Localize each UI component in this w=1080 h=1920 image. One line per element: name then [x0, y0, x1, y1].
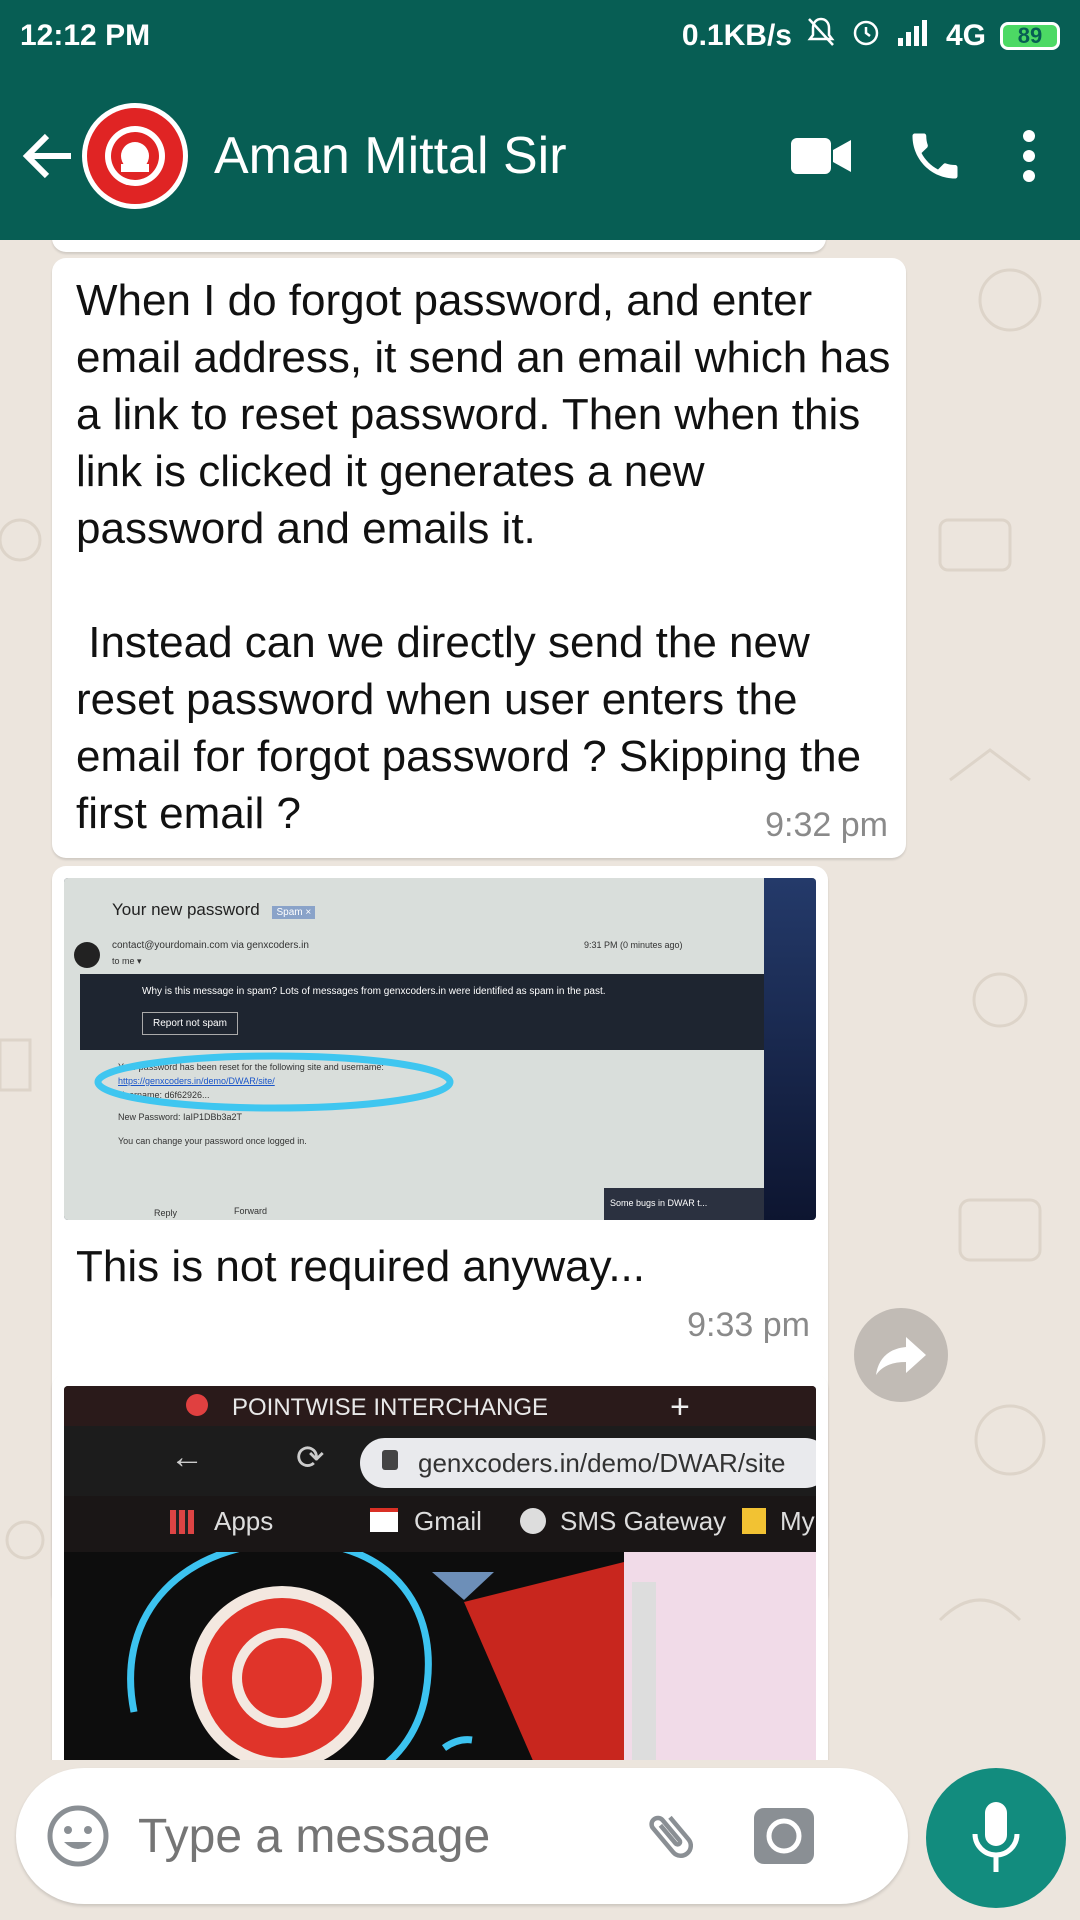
email-subject: Your new password — [112, 900, 260, 919]
email-sent-time: 9:31 PM (0 minutes ago) — [584, 940, 683, 950]
address-bar: genxcoders.in/demo/DWAR/site — [360, 1438, 816, 1488]
gmail-icon — [370, 1508, 398, 1532]
reply-link: Reply — [154, 1208, 178, 1218]
email-to: to me ▾ — [112, 956, 142, 966]
attach-icon[interactable] — [636, 1801, 706, 1871]
sender-avatar — [74, 942, 100, 968]
new-tab-icon: + — [670, 1388, 690, 1426]
voice-record-button[interactable] — [926, 1768, 1066, 1908]
status-bar: 12:12 PM 0.1KB/s 4G 89 — [0, 0, 1080, 72]
signal-icon — [896, 18, 932, 54]
bookmark-apps: Apps — [214, 1506, 274, 1536]
chat-chip: Some bugs in DWAR t... — [604, 1188, 784, 1220]
chat-header: Aman Mittal Sir — [0, 72, 1080, 240]
desktop-edge — [764, 878, 816, 1220]
status-time: 12:12 PM — [20, 19, 151, 52]
page-content — [64, 1538, 816, 1760]
message-bubble[interactable]: When I do forgot password, and enter ema… — [52, 258, 906, 858]
tab-favicon-icon — [186, 1394, 208, 1416]
apps-icon — [170, 1510, 194, 1534]
email-screenshot: Your new password Spam × contact@yourdom… — [64, 878, 816, 1220]
mute-icon — [806, 16, 836, 56]
message-input-bar — [16, 1768, 908, 1904]
address-url: genxcoders.in/demo/DWAR/site — [418, 1448, 786, 1478]
change-note: You can change your password once logged… — [118, 1136, 307, 1146]
lock-icon — [382, 1450, 398, 1470]
more-options-icon[interactable] — [1004, 111, 1054, 201]
previous-message-bubble — [52, 240, 826, 252]
new-password: New Password: IaIP1DBb3a2T — [118, 1112, 243, 1122]
browser-tab-title: POINTWISE INTERCHANGE — [232, 1394, 549, 1421]
message-time: 9:33 pm — [687, 1306, 810, 1344]
image-caption: This is not required anyway... — [76, 1242, 645, 1291]
message-image[interactable]: Your new password Spam × contact@yourdom… — [64, 878, 816, 1220]
folder-icon — [742, 1508, 766, 1534]
message-time: 9:32 pm — [765, 806, 888, 844]
microphone-icon — [972, 1802, 1020, 1872]
message-text: When I do forgot password, and enter ema… — [76, 276, 891, 838]
bookmark-my: My — [780, 1506, 815, 1536]
chat-area[interactable]: When I do forgot password, and enter ema… — [0, 240, 1080, 1760]
emoji-icon[interactable] — [46, 1804, 110, 1868]
spam-tag: Spam × — [272, 906, 316, 919]
battery-icon: 89 — [1000, 22, 1060, 50]
email-from: contact@yourdomain.com via genxcoders.in — [112, 940, 309, 951]
bookmarks-bar: Apps Gmail SMS Gateway My — [64, 1496, 816, 1552]
message-input[interactable] — [136, 1807, 620, 1865]
camera-icon[interactable] — [752, 1804, 816, 1868]
back-arrow-icon[interactable] — [18, 126, 78, 186]
indian-railways-logo — [87, 108, 183, 204]
spam-warning-box: Why is this message in spam? Lots of mes… — [80, 974, 784, 1050]
network-speed: 0.1KB/s — [681, 19, 792, 52]
network-type: 4G — [945, 19, 986, 52]
message-image[interactable]: POINTWISE INTERCHANGE + ← ⟳ genxcoders.i… — [64, 1386, 816, 1760]
bookmark-gmail: Gmail — [414, 1506, 482, 1536]
voice-call-icon[interactable] — [890, 111, 980, 201]
browser-reload-icon: ⟳ — [296, 1439, 325, 1477]
spam-note: Why is this message in spam? Lots of mes… — [142, 986, 606, 997]
forward-button[interactable] — [854, 1308, 948, 1402]
alarm-icon — [850, 16, 882, 56]
bookmark-sms-gateway: SMS Gateway — [560, 1506, 727, 1536]
globe-icon — [520, 1508, 546, 1534]
video-call-icon[interactable] — [776, 111, 866, 201]
battery-level: 89 — [1017, 23, 1043, 48]
report-not-spam-button: Report not spam — [142, 1012, 238, 1035]
forward-link: Forward — [234, 1206, 268, 1216]
browser-tab-bar: POINTWISE INTERCHANGE + — [64, 1386, 816, 1426]
contact-avatar[interactable] — [82, 103, 188, 209]
browser-toolbar: ← ⟳ genxcoders.in/demo/DWAR/site — [64, 1426, 816, 1496]
browser-back-icon: ← — [170, 1438, 204, 1476]
image-message-bubble[interactable]: POINTWISE INTERCHANGE + ← ⟳ genxcoders.i… — [52, 1374, 828, 1760]
contact-name[interactable]: Aman Mittal Sir — [214, 126, 776, 186]
forward-icon — [876, 1337, 926, 1375]
page-graphics — [127, 1538, 816, 1760]
